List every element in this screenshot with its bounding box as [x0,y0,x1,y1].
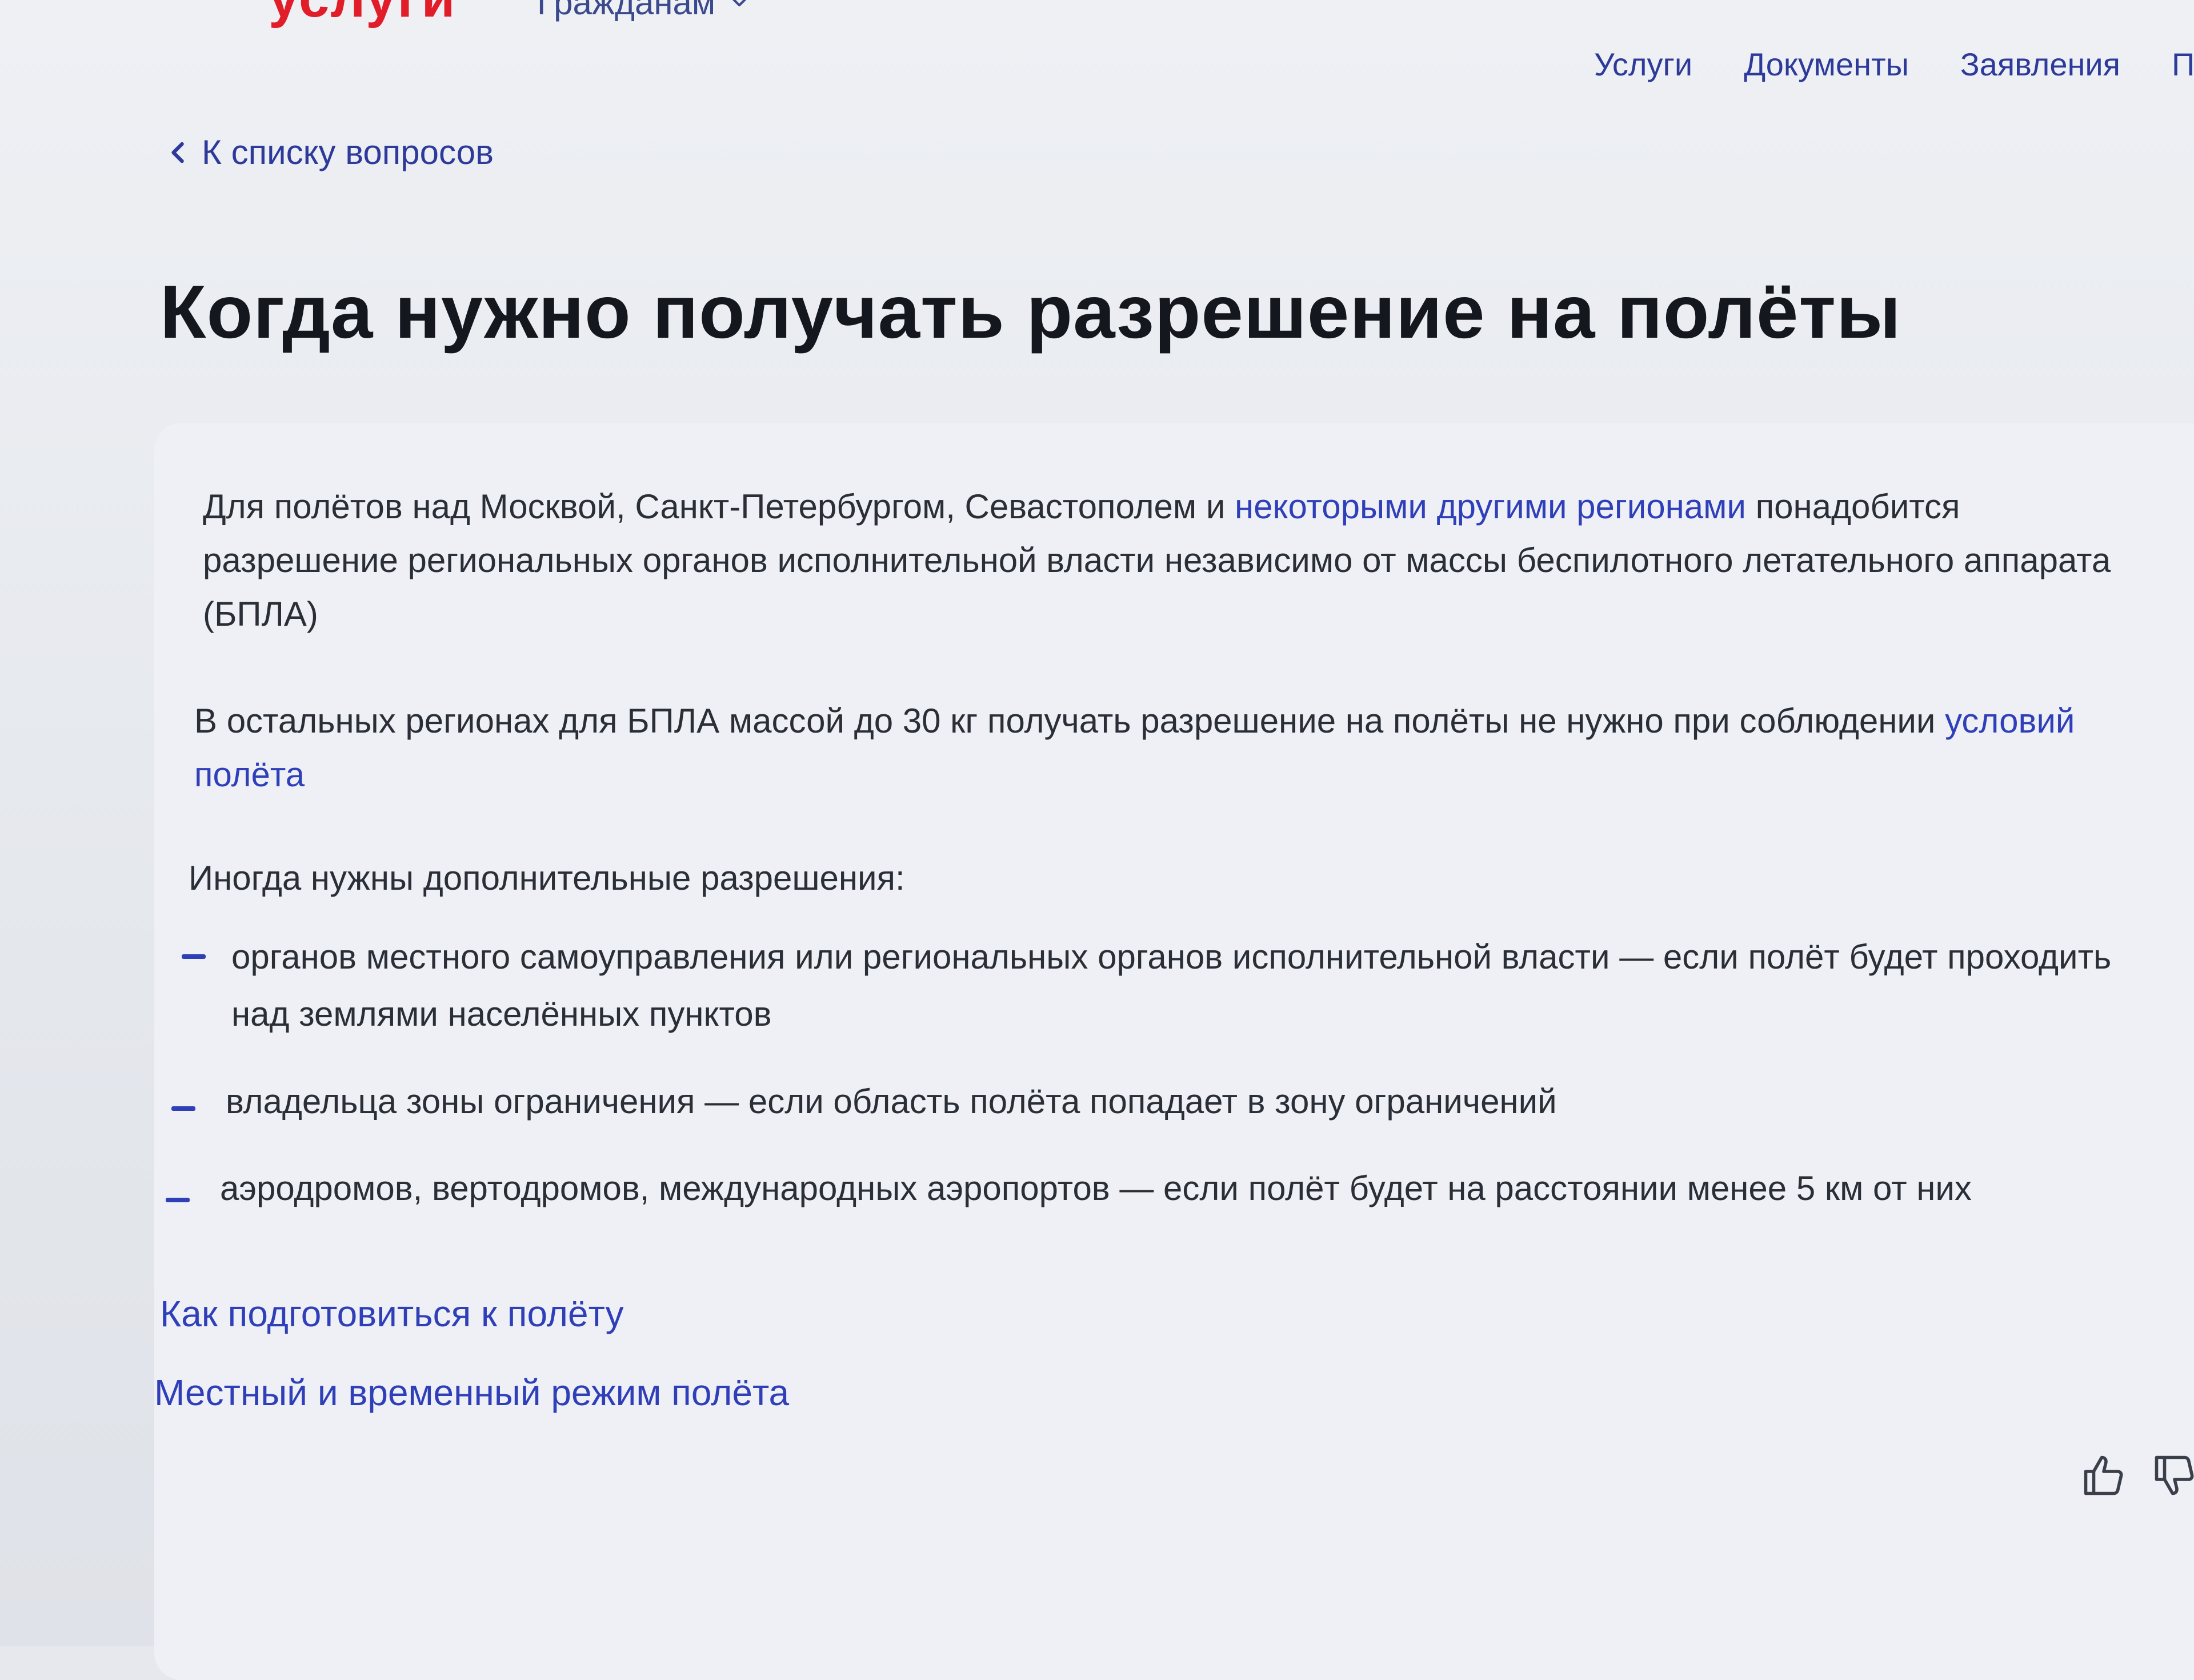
list-item: органов местного самоуправления или реги… [231,938,2112,1033]
bullet-dash [166,1198,190,1202]
back-link-label: К списку вопросов [202,133,494,171]
feedback-buttons [2080,1451,2194,1499]
logo[interactable]: услуги [269,0,457,30]
header: услуги Гражданам Услуги Документы Заявле… [0,0,2194,109]
related-link-prepare[interactable]: Как подготовиться к полёту [160,1293,624,1335]
audience-selector[interactable]: Гражданам [537,0,747,22]
back-link[interactable]: К списку вопросов [169,133,494,172]
bullet-dash [171,1106,195,1111]
nav-item-more[interactable]: П [2172,46,2194,83]
page: услуги Гражданам Услуги Документы Заявле… [0,0,2194,1680]
page-title: Когда нужно получать разрешение на полёт… [160,270,1901,354]
link-other-regions[interactable]: некоторыми другими регионами [1235,487,1746,526]
nav-item-services[interactable]: Услуги [1594,46,1692,83]
list-item: владельца зоны ограничения — если област… [226,1082,1557,1121]
thumbs-up-icon[interactable] [2080,1451,2128,1499]
nav-item-documents[interactable]: Документы [1744,46,1909,83]
chevron-down-icon [732,0,746,6]
bullet-dash [182,954,206,959]
paragraph-regions: Для полётов над Москвой, Санкт-Петербург… [203,480,2140,641]
nav-item-applications[interactable]: Заявления [1960,46,2120,83]
audience-label: Гражданам [537,0,716,22]
paragraph-text: В остальных регионах для БПЛА массой до … [194,702,1945,740]
list-item: аэродромов, вертодромов, международных а… [220,1169,1972,1207]
paragraph-text: Для полётов над Москвой, Санкт-Петербург… [203,487,1235,526]
paragraph-additional: Иногда нужны дополнительные разрешения: [189,859,905,897]
chevron-left-icon [171,142,184,163]
top-nav: Услуги Документы Заявления П [1594,46,2194,83]
related-link-local-mode[interactable]: Местный и временный режим полёта [154,1371,789,1414]
thumbs-down-icon[interactable] [2151,1451,2194,1499]
paragraph-other-regions: В остальных регионах для БПЛА массой до … [194,694,2131,802]
